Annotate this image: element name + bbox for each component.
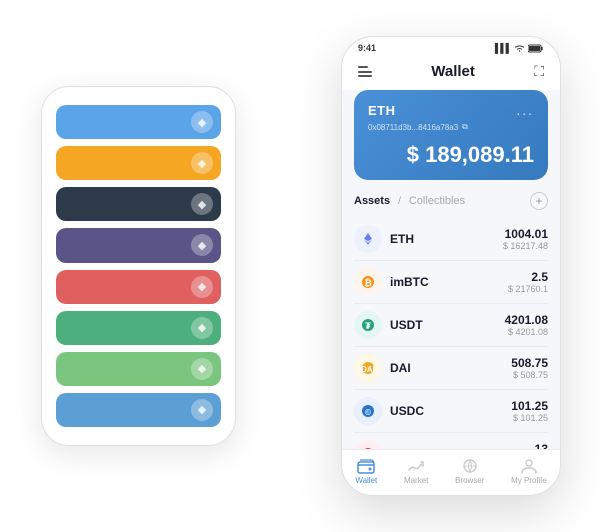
menu-button[interactable] [358, 66, 372, 77]
svg-text:DAI: DAI [361, 365, 375, 374]
dai-usd: $ 508.75 [511, 370, 548, 380]
card-icon-dark: ◆ [191, 193, 213, 215]
nav-wallet-label: Wallet [355, 476, 377, 485]
card-row-red[interactable]: ◆ [56, 270, 221, 304]
signal-icon: ▌▌▌ [495, 43, 511, 53]
nav-wallet[interactable]: Wallet [355, 458, 377, 485]
phone-header: Wallet ⛶ [342, 57, 560, 90]
hamburger-line-1 [358, 66, 368, 68]
tab-collectibles[interactable]: Collectibles [409, 195, 465, 207]
asset-icon-dai: DAI [354, 354, 382, 382]
assets-header: Assets / Collectibles + [354, 192, 548, 210]
wifi-icon [514, 44, 525, 52]
nav-browser[interactable]: Browser [455, 458, 484, 485]
wallet-nav-icon [357, 458, 375, 474]
card-icon-purple: ◆ [191, 234, 213, 256]
asset-name-dai: DAI [390, 361, 511, 375]
svg-text:©: © [365, 408, 371, 417]
nav-market-label: Market [404, 476, 428, 485]
asset-amounts-eth: 1004.01 $ 16217.48 [503, 227, 548, 251]
asset-row-usdc[interactable]: © USDC 101.25 $ 101.25 [354, 390, 548, 433]
nav-profile[interactable]: My Profile [511, 458, 547, 485]
asset-icon-eth [354, 225, 382, 253]
asset-row-usdt[interactable]: ₮ USDT 4201.08 $ 4201.08 [354, 304, 548, 347]
tft-amount: 13 [535, 442, 548, 449]
imbtc-usd: $ 21760.1 [508, 284, 548, 294]
balance-prefix: $ [407, 142, 425, 167]
usdt-amount: 4201.08 [505, 313, 548, 327]
front-phone: 9:41 ▌▌▌ Wall [341, 36, 561, 496]
eth-card[interactable]: ETH ... 0x08711d3b...8416a78a3 ⧉ $ 189,0… [354, 90, 548, 180]
hamburger-line-3 [358, 75, 372, 77]
tab-assets[interactable]: Assets [354, 195, 390, 207]
card-row-lightblue[interactable]: ◆ [56, 393, 221, 427]
nav-profile-label: My Profile [511, 476, 547, 485]
dai-amount: 508.75 [511, 356, 548, 370]
bottom-nav: Wallet Market Browser [342, 449, 560, 495]
eth-balance: $ 189,089.11 [368, 142, 534, 168]
imbtc-amount: 2.5 [508, 270, 548, 284]
card-icon-lightgreen: ◆ [191, 358, 213, 380]
asset-name-eth: ETH [390, 232, 503, 246]
status-bar: 9:41 ▌▌▌ [342, 37, 560, 57]
svg-text:₿: ₿ [364, 278, 371, 288]
asset-name-imbtc: imBTC [390, 275, 508, 289]
expand-button[interactable]: ⛶ [534, 63, 544, 80]
asset-amounts-tft: 13 0 [535, 442, 548, 449]
asset-amounts-imbtc: 2.5 $ 21760.1 [508, 270, 548, 294]
phone-content: ETH ... 0x08711d3b...8416a78a3 ⧉ $ 189,0… [342, 90, 560, 449]
card-row-blue[interactable]: ◆ [56, 105, 221, 139]
eth-address: 0x08711d3b...8416a78a3 ⧉ [368, 122, 534, 132]
assets-tabs: Assets / Collectibles [354, 195, 465, 207]
asset-name-usdt: USDT [390, 318, 505, 332]
asset-row-eth[interactable]: ETH 1004.01 $ 16217.48 [354, 218, 548, 261]
hamburger-line-2 [358, 71, 372, 73]
copy-icon[interactable]: ⧉ [462, 122, 468, 132]
nav-market[interactable]: Market [404, 458, 428, 485]
asset-amounts-usdt: 4201.08 $ 4201.08 [505, 313, 548, 337]
balance-value: 189,089.11 [425, 142, 534, 167]
back-phone: ◆ ◆ ◆ ◆ ◆ ◆ ◆ ◆ [41, 86, 236, 446]
svg-text:₮: ₮ [365, 321, 371, 331]
profile-nav-icon [520, 458, 538, 474]
asset-list: ETH 1004.01 $ 16217.48 ₿ imBTC 2.5 $ 217… [354, 218, 548, 449]
asset-name-usdc: USDC [390, 404, 511, 418]
card-icon-orange: ◆ [191, 152, 213, 174]
status-time: 9:41 [358, 43, 376, 53]
asset-icon-usdc: © [354, 397, 382, 425]
eth-card-label: ETH [368, 103, 396, 118]
card-row-green[interactable]: ◆ [56, 311, 221, 345]
card-icon-green: ◆ [191, 317, 213, 339]
eth-card-top: ETH ... [368, 102, 534, 118]
card-icon-red: ◆ [191, 276, 213, 298]
usdc-usd: $ 101.25 [511, 413, 548, 423]
scene: ◆ ◆ ◆ ◆ ◆ ◆ ◆ ◆ 9:41 ▌▌▌ [11, 11, 591, 521]
card-row-dark[interactable]: ◆ [56, 187, 221, 221]
card-icon-blue: ◆ [191, 111, 213, 133]
usdc-amount: 101.25 [511, 399, 548, 413]
card-row-purple[interactable]: ◆ [56, 228, 221, 262]
card-icon-lightblue: ◆ [191, 399, 213, 421]
battery-icon [528, 44, 544, 53]
card-row-lightgreen[interactable]: ◆ [56, 352, 221, 386]
asset-amounts-dai: 508.75 $ 508.75 [511, 356, 548, 380]
asset-icon-tft: T [354, 440, 382, 449]
asset-row-imbtc[interactable]: ₿ imBTC 2.5 $ 21760.1 [354, 261, 548, 304]
wallet-title: Wallet [431, 63, 475, 80]
asset-row-dai[interactable]: DAI DAI 508.75 $ 508.75 [354, 347, 548, 390]
asset-amounts-usdc: 101.25 $ 101.25 [511, 399, 548, 423]
browser-nav-icon [461, 458, 479, 474]
eth-usd: $ 16217.48 [503, 241, 548, 251]
add-asset-button[interactable]: + [530, 192, 548, 210]
status-icons: ▌▌▌ [495, 43, 544, 53]
market-nav-icon [407, 458, 425, 474]
asset-row-tft[interactable]: T TFT 13 0 [354, 433, 548, 449]
asset-icon-imbtc: ₿ [354, 268, 382, 296]
nav-browser-label: Browser [455, 476, 484, 485]
eth-amount: 1004.01 [503, 227, 548, 241]
eth-more-button[interactable]: ... [516, 102, 534, 118]
usdt-usd: $ 4201.08 [505, 327, 548, 337]
asset-icon-usdt: ₮ [354, 311, 382, 339]
card-row-orange[interactable]: ◆ [56, 146, 221, 180]
